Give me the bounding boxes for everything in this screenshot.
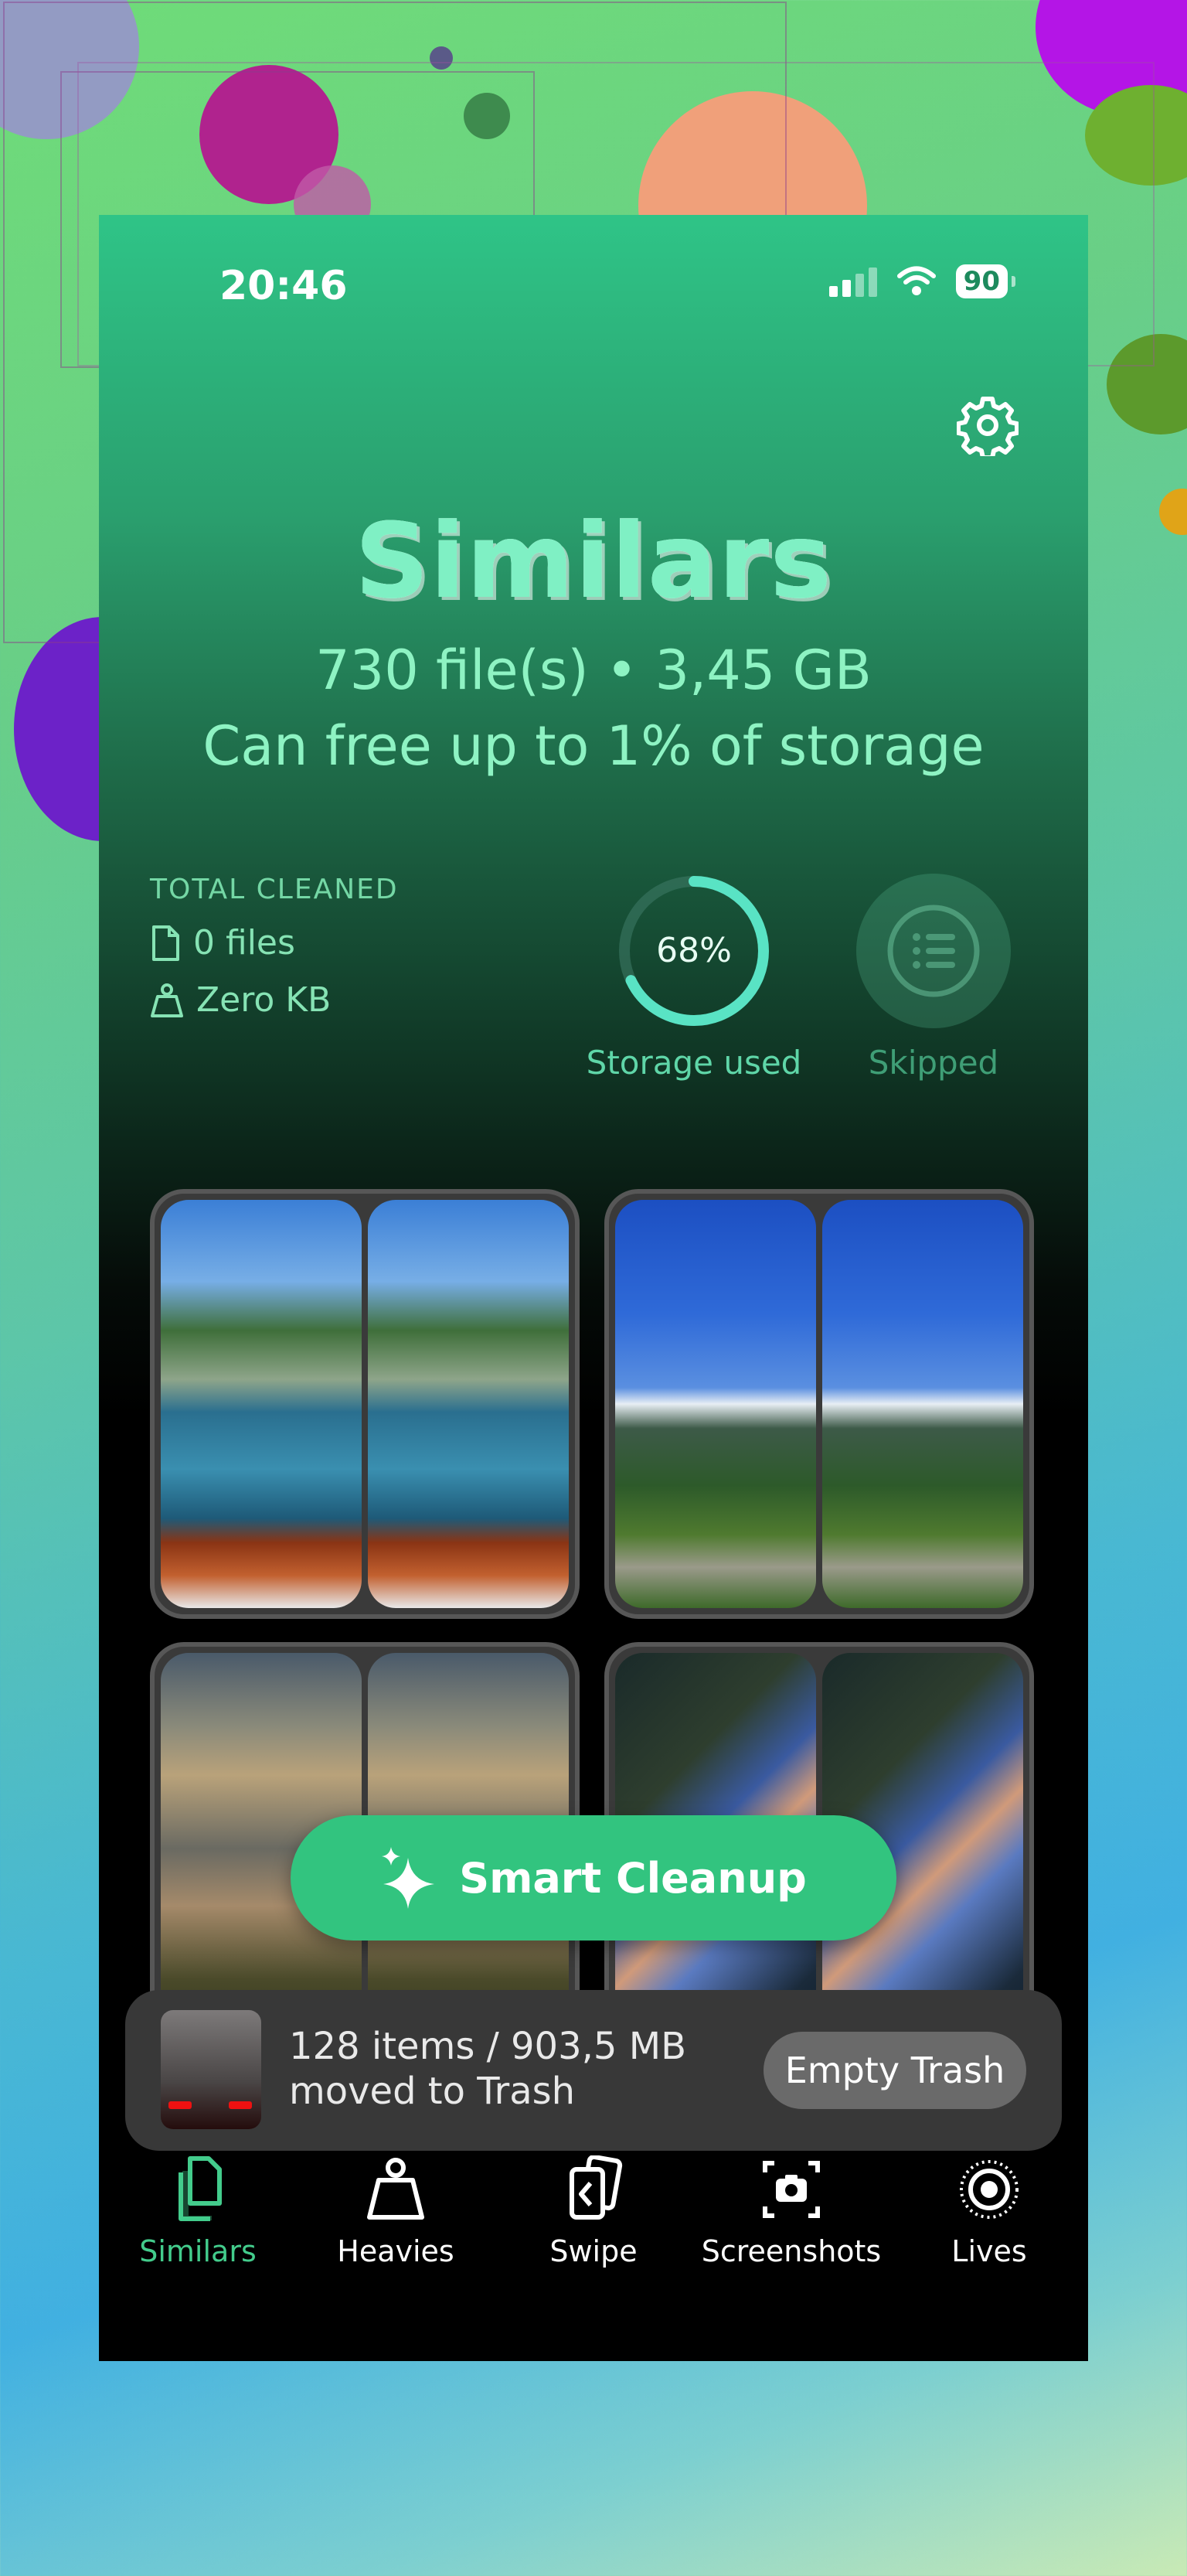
photo-thumbnail bbox=[822, 1200, 1023, 1608]
photo-thumbnail bbox=[161, 1200, 362, 1608]
bg-circle bbox=[1159, 489, 1187, 535]
storage-ring[interactable]: 68% bbox=[615, 872, 773, 1030]
tab-bar: Similars Heavies Swipe Screenshots Lives bbox=[99, 2155, 1088, 2310]
signal-icon bbox=[828, 266, 877, 297]
photo-thumbnail bbox=[615, 1200, 816, 1608]
gear-icon[interactable] bbox=[957, 394, 1019, 456]
storage-used-label: Storage used bbox=[586, 1044, 802, 1082]
storage-note: Can free up to 1% of storage bbox=[202, 714, 985, 778]
tab-label: Similars bbox=[139, 2234, 257, 2268]
tab-swipe[interactable]: Swipe bbox=[495, 2155, 692, 2268]
storage-summary: 730 file(s) • 3,45 GB Can free up to 1% … bbox=[99, 632, 1088, 784]
wifi-icon bbox=[896, 266, 936, 295]
file-icon bbox=[152, 925, 179, 961]
tab-heavies[interactable]: Heavies bbox=[297, 2155, 495, 2268]
total-cleaned-label: TOTAL CLEANED bbox=[150, 874, 399, 905]
status-icons: 90 bbox=[828, 264, 1016, 298]
list-icon bbox=[887, 905, 980, 997]
swipe-cards-icon bbox=[570, 2155, 623, 2220]
tab-label: Screenshots bbox=[701, 2234, 882, 2268]
live-photo-icon bbox=[960, 2160, 1019, 2219]
status-time: 20:46 bbox=[219, 263, 348, 309]
trash-summary-count: 128 items / 903,5 MB bbox=[289, 2025, 687, 2068]
page-title: Similars bbox=[354, 501, 833, 622]
trash-preview-thumbnail bbox=[161, 2010, 261, 2129]
tab-lives[interactable]: Lives bbox=[890, 2155, 1088, 2268]
tab-screenshots[interactable]: Screenshots bbox=[692, 2155, 890, 2268]
smart-cleanup-button[interactable]: Smart Cleanup bbox=[291, 1815, 896, 1941]
sparkles-icon bbox=[382, 1847, 435, 1909]
photo-group-card[interactable] bbox=[150, 1189, 580, 1619]
trash-banner: 128 items / 903,5 MB moved to Trash Empt… bbox=[125, 1990, 1062, 2151]
tab-similars[interactable]: Similars bbox=[99, 2155, 297, 2268]
empty-trash-button[interactable]: Empty Trash bbox=[764, 2032, 1026, 2109]
battery-indicator: 90 bbox=[955, 264, 1016, 298]
weight-icon bbox=[367, 2158, 424, 2220]
skipped-button[interactable] bbox=[856, 874, 1011, 1028]
smart-cleanup-label: Smart Cleanup bbox=[459, 1853, 807, 1903]
app-screen: 20:46 90 Similars 730 file(s) • 3,45 GB … bbox=[99, 215, 1088, 2361]
cleaned-size-row: Zero KB bbox=[150, 980, 331, 1020]
tab-label: Heavies bbox=[337, 2234, 454, 2268]
cleaned-files: 0 files bbox=[193, 923, 295, 963]
cleaned-size: Zero KB bbox=[196, 980, 332, 1020]
copy-icon bbox=[179, 2156, 222, 2221]
trash-summary-status: moved to Trash bbox=[289, 2070, 576, 2113]
photo-thumbnail bbox=[368, 1200, 569, 1608]
tab-label: Lives bbox=[951, 2234, 1027, 2268]
storage-percent: 68% bbox=[656, 931, 732, 970]
photo-group-card[interactable] bbox=[604, 1189, 1034, 1619]
file-summary: 730 file(s) • 3,45 GB bbox=[315, 639, 872, 702]
screenshot-icon bbox=[763, 2161, 820, 2218]
weight-icon bbox=[151, 983, 183, 1017]
skipped-label: Skipped bbox=[868, 1044, 999, 1082]
tab-label: Swipe bbox=[549, 2234, 638, 2268]
trash-summary: 128 items / 903,5 MB moved to Trash bbox=[289, 2024, 686, 2114]
cleaned-files-row: 0 files bbox=[150, 923, 295, 963]
